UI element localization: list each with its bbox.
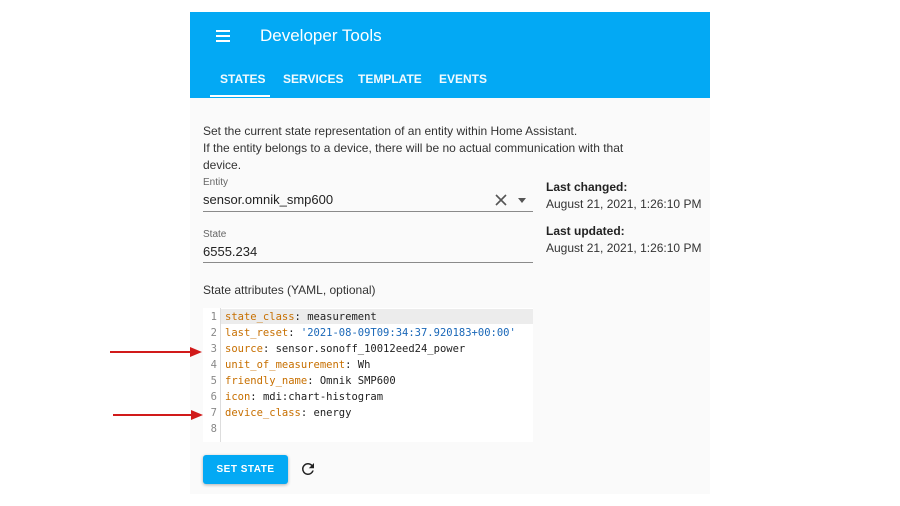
- yaml-key: source: [225, 343, 263, 355]
- yaml-value: Wh: [357, 359, 371, 371]
- entity-picker[interactable]: Entity sensor.omnik_smp600: [203, 177, 533, 212]
- yaml-line: icon: mdi:chart-histogram: [225, 391, 383, 403]
- developer-tools-panel: Developer Tools STATES SERVICES TEMPLATE…: [190, 12, 710, 494]
- description-line-1: Set the current state representation of …: [203, 124, 578, 138]
- last-changed-label: Last changed:: [546, 180, 628, 194]
- yaml-line: friendly_name: Omnik SMP600: [225, 375, 396, 387]
- yaml-key: icon: [225, 391, 251, 403]
- tab-template[interactable]: TEMPLATE: [358, 72, 422, 86]
- yaml-key: device_class: [225, 407, 301, 419]
- line-number: 1: [210, 311, 217, 323]
- line-number: 8: [210, 423, 217, 435]
- line-number: 5: [210, 375, 217, 387]
- line-number: 6: [210, 391, 217, 403]
- yaml-line: device_class: energy: [225, 407, 351, 419]
- set-state-button[interactable]: SET STATE: [203, 455, 288, 484]
- clear-icon[interactable]: [494, 193, 508, 207]
- yaml-key: friendly_name: [225, 375, 308, 387]
- state-field[interactable]: State 6555.234: [203, 229, 533, 263]
- annotation-arrow-device-class: [113, 410, 203, 420]
- last-changed-value: August 21, 2021, 1:26:10 PM: [546, 197, 702, 211]
- line-number: 7: [210, 407, 217, 419]
- yaml-value: mdi:chart-histogram: [262, 391, 384, 403]
- chevron-down-icon[interactable]: [518, 198, 526, 203]
- yaml-separator: :: [307, 375, 320, 387]
- line-number: 4: [210, 359, 217, 371]
- yaml-editor[interactable]: 1 state_class: measurement 2 last_reset: '2…: [203, 308, 533, 442]
- tab-services[interactable]: SERVICES: [283, 72, 343, 86]
- yaml-separator: :: [294, 311, 308, 323]
- yaml-line: unit_of_measurement: Wh: [225, 359, 370, 371]
- yaml-value: sensor.sonoff_10012eed24_power: [275, 343, 466, 355]
- yaml-key: last_reset: [225, 327, 289, 339]
- yaml-line: state_class: measurement: [225, 311, 377, 323]
- state-attributes-title: State attributes (YAML, optional): [203, 283, 376, 297]
- description-line-2: If the entity belongs to a device, there…: [203, 141, 624, 172]
- yaml-value: measurement: [307, 311, 377, 323]
- refresh-icon[interactable]: [299, 460, 317, 478]
- yaml-separator: :: [262, 343, 276, 355]
- last-updated-value: August 21, 2021, 1:26:10 PM: [546, 241, 702, 255]
- page-title: Developer Tools: [260, 26, 382, 45]
- state-input[interactable]: 6555.234: [203, 244, 257, 259]
- yaml-key: state_class: [225, 311, 295, 323]
- yaml-separator: :: [300, 407, 314, 419]
- entity-input[interactable]: sensor.omnik_smp600: [203, 192, 333, 207]
- yaml-value: '2021-08-09T09:34:37.920183+00:00': [300, 327, 516, 339]
- yaml-separator: :: [250, 391, 263, 403]
- yaml-key: unit_of_measurement: [225, 359, 346, 371]
- yaml-value: energy: [313, 407, 352, 419]
- yaml-separator: :: [345, 359, 358, 371]
- description: Set the current state representation of …: [203, 123, 643, 174]
- yaml-line: source: sensor.sonoff_10012eed24_power: [225, 343, 465, 355]
- app-toolbar: Developer Tools STATES SERVICES TEMPLATE…: [190, 12, 710, 98]
- last-updated-label: Last updated:: [546, 224, 625, 238]
- annotation-arrow-source: [110, 347, 202, 357]
- tab-states[interactable]: STATES: [220, 72, 266, 86]
- line-number: 3: [210, 343, 217, 355]
- line-number: 2: [210, 327, 217, 339]
- hamburger-menu-icon[interactable]: [214, 27, 234, 45]
- yaml-separator: :: [288, 327, 301, 339]
- yaml-value: Omnik SMP600: [319, 375, 396, 387]
- tab-events[interactable]: EVENTS: [439, 72, 487, 86]
- active-tab-indicator: [210, 95, 270, 97]
- yaml-line: last_reset: '2021-08-09T09:34:37.920183+…: [225, 327, 516, 339]
- entity-field-label: Entity: [203, 177, 229, 188]
- state-field-label: State: [203, 229, 227, 240]
